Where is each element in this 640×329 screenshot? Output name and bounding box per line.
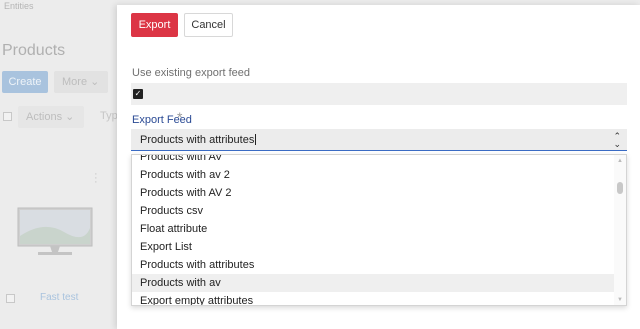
up-down-chevron-icon: ⌃ ⌄ (613, 131, 621, 149)
scroll-up-arrow-icon[interactable]: ▲ (617, 158, 623, 164)
export-feed-dropdown: Products with AV Products with av 2 Prod… (131, 154, 627, 306)
cancel-button[interactable]: Cancel (184, 13, 233, 37)
required-marker: * (177, 109, 183, 125)
export-modal: Export Cancel Use existing export feed ✓… (117, 5, 640, 329)
option-products-with-attributes[interactable]: Products with attributes (132, 256, 616, 274)
dropdown-scrollbar[interactable]: ▲ ▼ (614, 155, 626, 305)
scroll-down-arrow-icon[interactable]: ▼ (617, 297, 623, 303)
option-products-with-av-2-upper[interactable]: Products with AV 2 (132, 184, 616, 202)
select-all-checkbox[interactable] (3, 112, 12, 121)
use-existing-feed-field: ✓ (131, 83, 627, 105)
export-feed-label: Export Feed (132, 114, 192, 126)
product-image (17, 207, 93, 255)
actions-label: Actions (26, 111, 63, 123)
create-button[interactable]: Create (2, 71, 48, 93)
option-products-with-av-upper[interactable]: Products with AV (132, 155, 616, 166)
actions-dropdown[interactable]: Actions ⌄ (18, 106, 84, 128)
export-feed-select[interactable]: Products with attributes ⌃ ⌄ (131, 129, 627, 151)
option-products-with-av-2[interactable]: Products with av 2 (132, 166, 616, 184)
card-checkbox[interactable] (6, 294, 15, 303)
use-existing-feed-checkbox[interactable]: ✓ (133, 89, 143, 99)
page-title: Products (2, 42, 66, 59)
card-name-link[interactable]: Fast test (40, 292, 78, 303)
option-export-empty-attributes[interactable]: Export empty attributes (132, 292, 616, 305)
scrollbar-thumb[interactable] (617, 182, 623, 194)
chevron-down-icon: ⌄ (65, 111, 75, 123)
option-products-with-av[interactable]: Products with av (132, 274, 616, 292)
type-filter[interactable]: Typ (100, 110, 118, 122)
option-products-csv[interactable]: Products csv (132, 202, 616, 220)
export-button[interactable]: Export (131, 13, 178, 37)
export-feed-selected-value: Products with attributes (140, 134, 257, 146)
option-float-attribute[interactable]: Float attribute (132, 220, 616, 238)
more-button[interactable]: More ⌄ (54, 71, 108, 93)
option-export-list[interactable]: Export List (132, 238, 616, 256)
breadcrumb[interactable]: Entities (4, 1, 34, 11)
use-existing-feed-label: Use existing export feed (132, 67, 251, 79)
chevron-down-icon: ⌄ (90, 76, 100, 88)
kebab-menu-icon[interactable]: · · · (94, 169, 98, 188)
more-label: More (62, 76, 88, 88)
